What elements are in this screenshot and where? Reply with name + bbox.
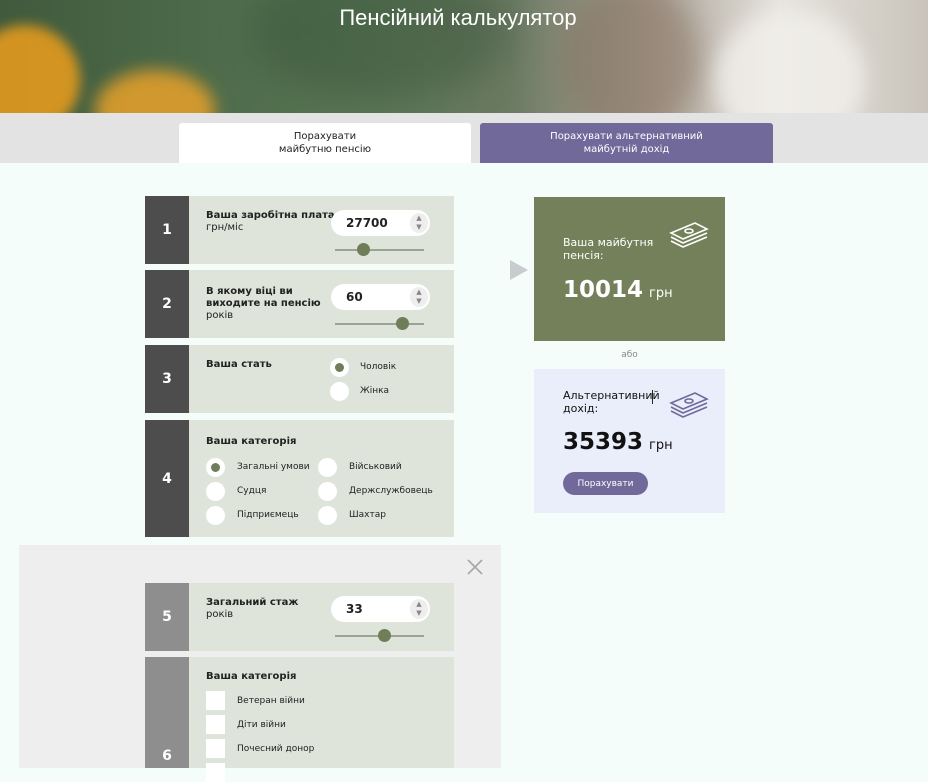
salary-unit: грн/міс bbox=[206, 222, 244, 233]
step-number: 5 bbox=[145, 583, 189, 651]
checkbox-honorary-donor-label: Почесний донор bbox=[237, 744, 315, 754]
separator-or: або bbox=[621, 350, 638, 360]
alternative-result-value: 35393 грн bbox=[563, 429, 673, 455]
step-number: 2 bbox=[145, 270, 189, 338]
hero-banner: Пенсійний калькулятор bbox=[0, 0, 928, 113]
radio-female[interactable] bbox=[330, 382, 349, 401]
age-label: В якому віці ви виходите на пенсію bbox=[206, 286, 321, 309]
pension-result-label: Ваша майбутня пенсія: bbox=[563, 236, 654, 262]
experience-slider[interactable] bbox=[335, 629, 424, 643]
radio-judge[interactable] bbox=[206, 482, 225, 501]
step-extra-category: 6 Ваша категорія Ветеран війни Діти війн… bbox=[145, 657, 454, 782]
alternative-result-label: Альтернативний дохід: bbox=[563, 389, 660, 415]
category-label: Ваша категорія bbox=[206, 436, 297, 447]
radio-general[interactable] bbox=[206, 458, 225, 477]
radio-civil-servant-label: Держслужбовець bbox=[349, 486, 433, 496]
stepper-arrows-icon[interactable]: ▲ ▼ bbox=[410, 287, 428, 307]
page-title: Пенсійний калькулятор bbox=[339, 5, 577, 30]
slider-knob[interactable] bbox=[395, 317, 409, 330]
step-experience: 5 Загальний стаж років 33 ▲ ▼ bbox=[145, 583, 454, 651]
experience-input[interactable]: 33 ▲ ▼ bbox=[331, 596, 430, 622]
pension-result-card: Ваша майбутня пенсія: 10014 грн bbox=[534, 197, 725, 341]
step-retirement-age: 2 В якому віці ви виходите на пенсію рок… bbox=[145, 270, 454, 338]
checkbox-war-children[interactable] bbox=[206, 715, 225, 734]
experience-unit: років bbox=[206, 609, 234, 620]
salary-slider[interactable] bbox=[335, 243, 424, 257]
checkbox-next[interactable] bbox=[206, 763, 225, 782]
radio-civil-servant[interactable] bbox=[318, 482, 337, 501]
checkbox-war-veteran[interactable] bbox=[206, 691, 225, 710]
step-salary: 1 Ваша заробітна плата грн/міс 27700 ▲ ▼ bbox=[145, 196, 454, 264]
age-slider[interactable] bbox=[335, 317, 424, 331]
calculate-button[interactable]: Порахувати bbox=[563, 472, 648, 495]
tab-bar: Порахувати майбутню пенсію Порахувати ал… bbox=[0, 113, 928, 163]
radio-male-label: Чоловік bbox=[360, 362, 397, 372]
step-category: 4 Ваша категорія Загальні умови Військов… bbox=[145, 420, 454, 537]
radio-entrepreneur-label: Підприємець bbox=[237, 510, 299, 520]
extra-category-label: Ваша категорія bbox=[206, 671, 297, 682]
radio-military-label: Військовий bbox=[349, 462, 402, 472]
experience-label: Загальний стаж bbox=[206, 597, 299, 608]
play-arrow-icon bbox=[510, 260, 528, 280]
step-number: 6 bbox=[145, 657, 189, 768]
radio-miner[interactable] bbox=[318, 506, 337, 525]
tab-alternative-income[interactable]: Порахувати альтернативний майбутній дохі… bbox=[480, 123, 773, 163]
slider-knob[interactable] bbox=[377, 629, 391, 642]
step-number: 1 bbox=[145, 196, 189, 264]
radio-female-label: Жінка bbox=[360, 386, 390, 396]
pension-result-value: 10014 грн bbox=[563, 277, 673, 303]
radio-male[interactable] bbox=[330, 358, 349, 377]
money-stack-icon bbox=[669, 392, 709, 418]
salary-input[interactable]: 27700 ▲ ▼ bbox=[331, 210, 430, 236]
radio-entrepreneur[interactable] bbox=[206, 506, 225, 525]
money-stack-icon bbox=[669, 222, 709, 248]
stepper-arrows-icon[interactable]: ▲ ▼ bbox=[410, 213, 428, 233]
gender-label: Ваша стать bbox=[206, 359, 272, 370]
step-number: 3 bbox=[145, 345, 189, 413]
radio-judge-label: Судця bbox=[237, 486, 267, 496]
step-number: 4 bbox=[145, 420, 189, 537]
slider-knob[interactable] bbox=[357, 243, 371, 256]
age-unit: років bbox=[206, 310, 234, 321]
stepper-arrows-icon[interactable]: ▲ ▼ bbox=[410, 599, 428, 619]
alternative-result-card: Альтернативний дохід: 35393 грн Порахуват… bbox=[534, 369, 725, 513]
step-gender: 3 Ваша стать Чоловік Жінка bbox=[145, 345, 454, 413]
tab-future-pension[interactable]: Порахувати майбутню пенсію bbox=[179, 123, 471, 163]
checkbox-war-veteran-label: Ветеран війни bbox=[237, 696, 305, 706]
close-icon[interactable] bbox=[466, 558, 484, 576]
radio-miner-label: Шахтар bbox=[349, 510, 386, 520]
radio-military[interactable] bbox=[318, 458, 337, 477]
checkbox-war-children-label: Діти війни bbox=[237, 720, 286, 730]
age-input[interactable]: 60 ▲ ▼ bbox=[331, 284, 430, 310]
radio-general-label: Загальні умови bbox=[237, 462, 310, 472]
checkbox-honorary-donor[interactable] bbox=[206, 739, 225, 758]
text-cursor bbox=[652, 390, 653, 404]
salary-label: Ваша заробітна плата bbox=[206, 210, 335, 221]
